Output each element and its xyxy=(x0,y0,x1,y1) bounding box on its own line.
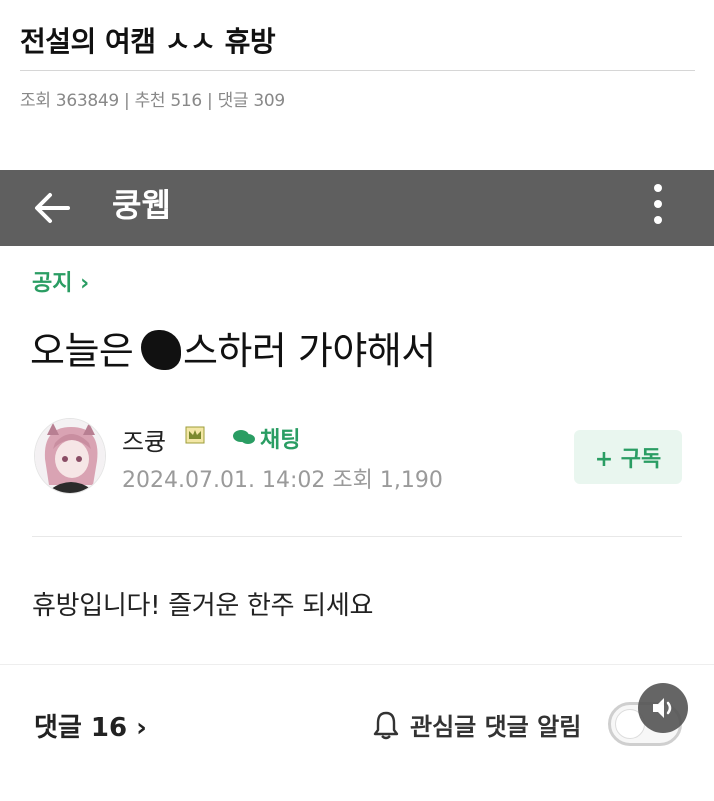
avatar-image xyxy=(35,419,105,493)
comments-link[interactable]: 댓글 16 › xyxy=(34,707,147,744)
post-title: 오늘은 스하러 가야해서 xyxy=(30,320,436,375)
arrow-left-icon xyxy=(35,193,70,223)
post-title-after: 스하러 가야해서 xyxy=(182,329,436,373)
app-title: 쿵웹 xyxy=(112,186,171,224)
bell-icon xyxy=(373,711,399,740)
embedded-screenshot: 쿵웹 공지 › 오늘은 스하러 가야해서 즈큥 채팅 2024.07.01. 1… xyxy=(0,170,714,760)
post-body: 휴방입니다! 즐거운 한주 되세요 xyxy=(32,591,374,621)
post-views: 1,190 xyxy=(379,468,443,493)
app-bar: 쿵웹 xyxy=(0,170,714,246)
more-options-button[interactable] xyxy=(640,176,676,236)
sound-button[interactable] xyxy=(638,683,688,733)
author-name[interactable]: 즈큥 xyxy=(122,422,166,457)
notice-category-link[interactable]: 공지 › xyxy=(32,265,89,297)
chat-link[interactable]: 채팅 xyxy=(260,422,300,454)
section-divider xyxy=(0,664,714,665)
chat-bubble-icon xyxy=(233,430,255,444)
comments-label: 댓글 xyxy=(217,91,249,111)
ellipsis-dot xyxy=(654,200,662,208)
post-stats: 조회 363849 | 추천 516 | 댓글 309 xyxy=(20,86,285,111)
post-meta: 2024.07.01. 14:02 조회 1,190 xyxy=(122,462,443,494)
ellipsis-dot xyxy=(654,216,662,224)
post-views-label: 조회 xyxy=(332,468,373,493)
comment-notification-label: 관심글 댓글 알림 xyxy=(410,713,582,741)
content-divider xyxy=(32,536,682,537)
post-title-before: 오늘은 xyxy=(30,329,145,373)
subscribe-button[interactable]: + 구독 xyxy=(574,430,682,484)
views-label: 조회 xyxy=(20,91,51,111)
avatar[interactable] xyxy=(34,418,106,494)
likes-label: 추천 xyxy=(134,91,166,111)
page-title: 전설의 여캠 ㅅㅅ 휴방 xyxy=(20,25,276,58)
crown-badge-icon xyxy=(185,426,205,444)
post-date: 2024.07.01. 14:02 xyxy=(122,468,326,493)
views-count: 363849 xyxy=(55,91,119,111)
likes-count: 516 xyxy=(170,91,202,111)
speaker-icon xyxy=(653,698,672,718)
back-button[interactable] xyxy=(28,184,76,232)
header-divider xyxy=(20,70,695,71)
redaction-scribble xyxy=(140,330,181,370)
vertical-ellipsis-icon xyxy=(654,184,662,192)
comments-count: 309 xyxy=(253,91,285,111)
